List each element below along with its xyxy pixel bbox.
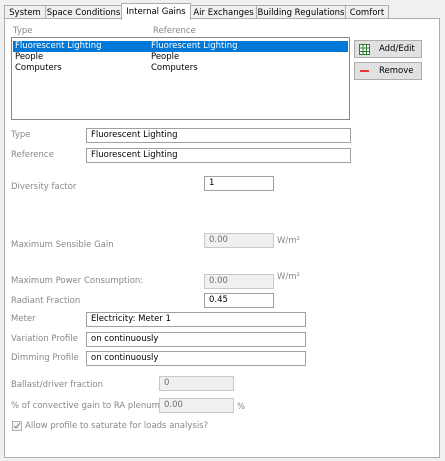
meter-field[interactable]: Electricity: Meter 1	[86, 312, 306, 327]
list-item[interactable]: People People	[13, 52, 348, 63]
list-item-reference: Fluorescent Lighting	[151, 41, 238, 51]
list-item-type: Computers	[15, 63, 62, 73]
reference-field[interactable]: Fluorescent Lighting	[86, 148, 351, 163]
tab-air-exchanges[interactable]: Air Exchanges	[190, 5, 257, 19]
reference-label: Reference	[11, 150, 54, 160]
list-item-reference: People	[151, 52, 180, 62]
max-sensible-gain-unit: W/m²	[277, 236, 300, 246]
type-field[interactable]: Fluorescent Lighting	[86, 128, 351, 143]
diversity-factor-input[interactable]: 1	[204, 176, 274, 191]
column-header-reference: Reference	[153, 26, 196, 36]
allow-saturate-checkbox[interactable]	[12, 421, 22, 431]
max-power-label: Maximum Power Consumption:	[11, 276, 144, 286]
radiant-fraction-label: Radiant Fraction	[11, 296, 81, 306]
remove-button[interactable]: Remove	[354, 62, 422, 80]
tab-system[interactable]: System	[4, 5, 46, 19]
tab-building-regulations[interactable]: Building Regulations	[256, 5, 346, 19]
dimming-profile-label: Dimming Profile	[11, 353, 79, 363]
checkmark-icon	[13, 422, 21, 429]
max-power-unit: W/m²	[277, 272, 300, 282]
convective-gain-input[interactable]: 0.00	[159, 398, 234, 413]
variation-profile-field[interactable]: on continuously	[86, 332, 306, 347]
list-item[interactable]: Computers Computers	[13, 63, 348, 74]
internal-gains-list[interactable]: Fluorescent Lighting Fluorescent Lightin…	[11, 37, 350, 120]
allow-saturate-label: Allow profile to saturate for loads anal…	[25, 421, 209, 431]
type-label: Type	[11, 130, 31, 140]
tab-comfort[interactable]: Comfort	[345, 5, 389, 19]
remove-label: Remove	[379, 66, 414, 76]
diversity-factor-label: Diversity factor	[11, 182, 77, 192]
max-sensible-gain-label: Maximum Sensible Gain	[11, 240, 114, 250]
max-power-input[interactable]: 0.00	[204, 274, 274, 289]
list-item-type: People	[15, 52, 44, 62]
list-item-type: Fluorescent Lighting	[15, 41, 102, 51]
minus-icon	[360, 70, 369, 72]
add-edit-label: Add/Edit	[379, 44, 415, 54]
tab-internal-gains[interactable]: Internal Gains	[121, 3, 191, 20]
variation-profile-label: Variation Profile	[11, 334, 78, 344]
add-edit-button[interactable]: Add/Edit	[354, 40, 422, 58]
grid-add-icon	[359, 44, 370, 55]
radiant-fraction-input[interactable]: 0.45	[204, 293, 274, 308]
list-item[interactable]: Fluorescent Lighting Fluorescent Lightin…	[13, 41, 348, 52]
meter-label: Meter	[11, 314, 36, 324]
column-header-type: Type	[13, 26, 33, 36]
dimming-profile-field[interactable]: on continuously	[86, 351, 306, 366]
tab-space-conditions[interactable]: Space Conditions	[45, 5, 122, 19]
ballast-fraction-input[interactable]: 0	[159, 376, 234, 391]
convective-gain-unit: %	[237, 402, 246, 412]
ballast-fraction-label: Ballast/driver fraction	[11, 380, 103, 390]
convective-gain-label: % of convective gain to RA plenum	[11, 401, 160, 411]
max-sensible-gain-input[interactable]: 0.00	[204, 233, 274, 248]
list-item-reference: Computers	[151, 63, 198, 73]
